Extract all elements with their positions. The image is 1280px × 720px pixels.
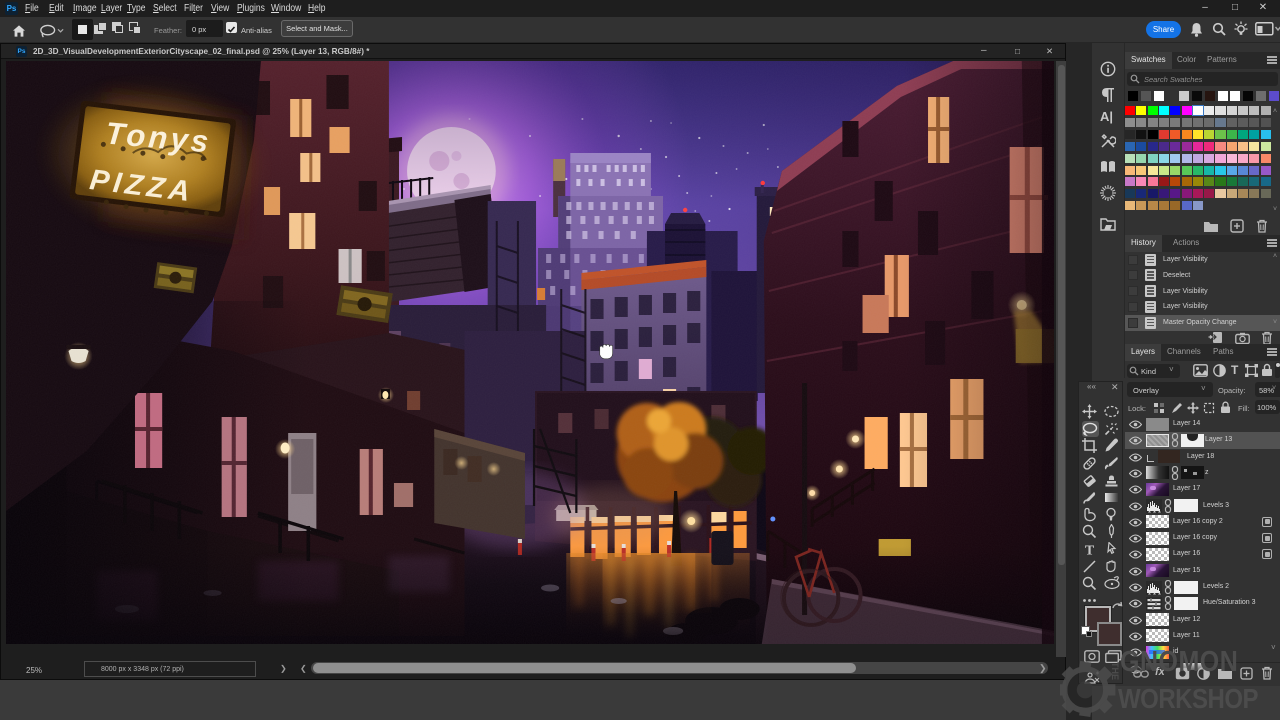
svg-text:T: T: [1085, 543, 1095, 557]
